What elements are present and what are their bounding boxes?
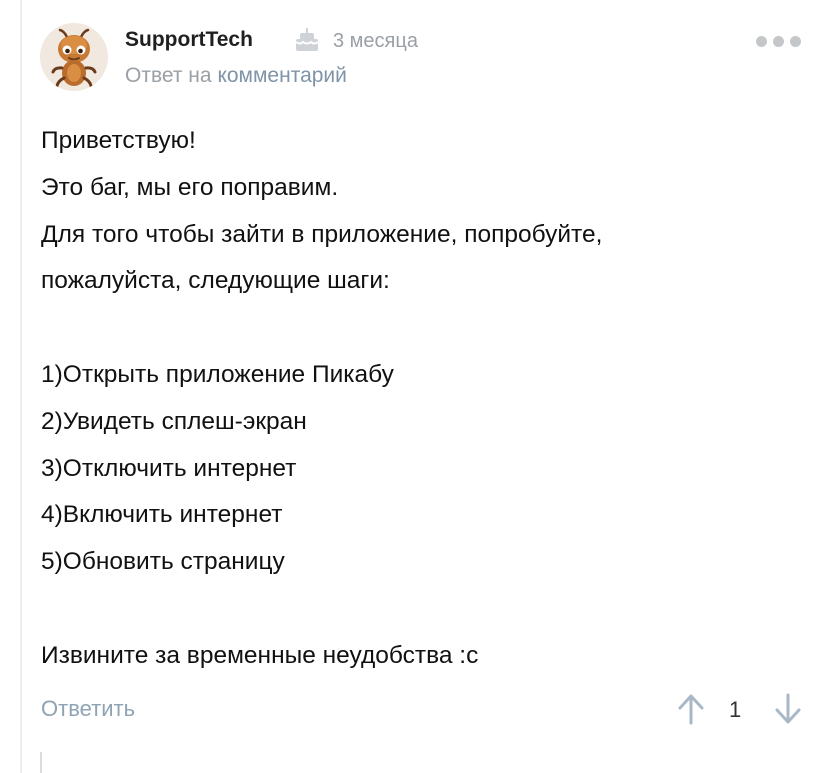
- cake-icon: [293, 27, 321, 53]
- parent-comment-link[interactable]: комментарий: [217, 64, 346, 87]
- dot: [790, 36, 801, 47]
- comment-line: 3)Отключить интернет: [41, 454, 297, 482]
- comment-line: Это баг, мы его поправим.: [41, 173, 339, 201]
- comment-line: Для того чтобы зайти в приложение, попро…: [41, 220, 603, 248]
- comment-line: 5)Обновить страницу: [41, 548, 285, 576]
- cartoon-character-avatar: [40, 23, 108, 91]
- comment-line: [41, 586, 801, 633]
- rating-value: 1: [729, 697, 742, 722]
- dot: [773, 36, 784, 47]
- reply-to-prefix: Ответ на: [125, 64, 212, 87]
- reply-to-line: Ответ на комментарий: [125, 64, 347, 88]
- comment-line: 1)Открыть приложение Пикабу: [41, 360, 394, 388]
- comment-line: пожалуйста, следующие шаги:: [41, 267, 390, 295]
- reply-button[interactable]: Ответить: [41, 696, 135, 722]
- comment-body: Приветствую! Это баг, мы его поправим. Д…: [41, 118, 801, 680]
- author-name[interactable]: SupportTech: [125, 28, 253, 52]
- comment-line: 2)Увидеть сплеш-экран: [41, 407, 307, 435]
- comment-line: 4)Включить интернет: [41, 501, 283, 529]
- arrow-up-icon[interactable]: [676, 693, 706, 725]
- comment-line: Извините за временные неудобства :с: [41, 641, 479, 669]
- thread-line: [20, 0, 22, 773]
- nested-thread-line: [40, 752, 42, 773]
- dot: [756, 36, 767, 47]
- arrow-down-icon[interactable]: [773, 693, 803, 725]
- comment-line: Приветствую!: [41, 127, 196, 154]
- more-dots-icon[interactable]: [752, 32, 801, 50]
- comment-line: [41, 305, 801, 352]
- comment-timestamp[interactable]: 3 месяца: [333, 30, 418, 53]
- avatar[interactable]: [40, 23, 108, 91]
